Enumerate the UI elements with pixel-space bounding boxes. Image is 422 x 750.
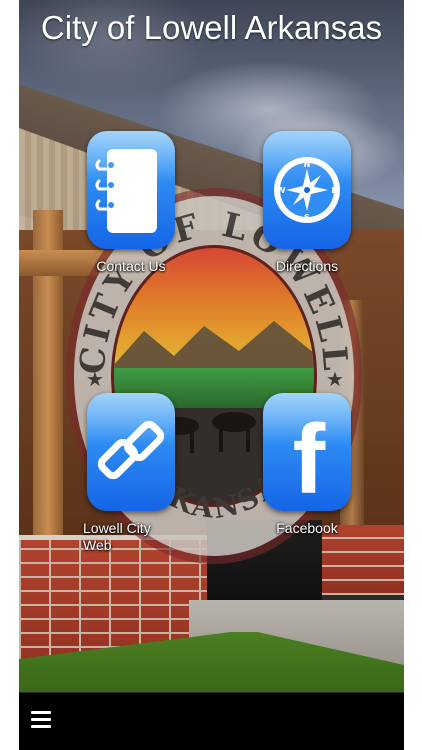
lowell-city-web-button[interactable]: Lowell City Web [71, 393, 191, 554]
contact-us-button[interactable]: Contact Us [71, 131, 191, 275]
lowell-city-web-label: Lowell City Web [83, 520, 151, 553]
compass-s: S [304, 213, 310, 222]
bottom-bar [19, 693, 404, 750]
contact-us-label: Contact Us [96, 258, 166, 274]
facebook-icon: f [263, 393, 351, 511]
compass-n: N [304, 160, 311, 169]
link-icon [87, 393, 175, 511]
facebook-glyph: f [293, 404, 326, 511]
app-screen: CITY OF LOWELL ARKANSAS ★ ★ City of Lowe… [19, 0, 404, 750]
facebook-button[interactable]: f Facebook [247, 393, 367, 537]
directions-button[interactable]: N S E W Directions [247, 131, 367, 275]
directions-label: Directions [275, 258, 339, 274]
notebook-icon [87, 131, 175, 249]
app-title: City of Lowell Arkansas [40, 9, 383, 46]
svg-text:★: ★ [86, 367, 104, 391]
compass-w: W [277, 186, 286, 195]
svg-text:★: ★ [326, 367, 344, 391]
compass-e: E [331, 186, 336, 195]
facebook-label: Facebook [276, 520, 338, 536]
compass-icon: N S E W [263, 131, 351, 249]
hamburger-menu-icon[interactable] [29, 707, 55, 733]
